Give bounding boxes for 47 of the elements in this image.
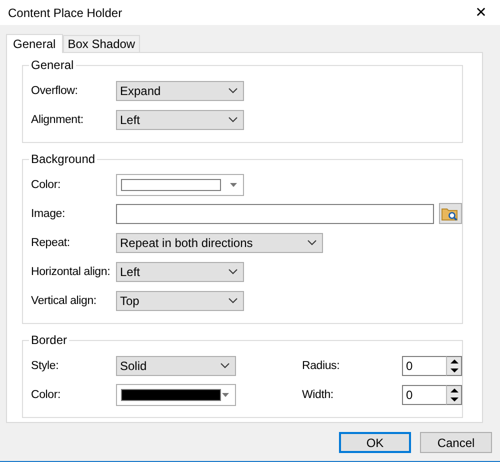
field-label: Horizontal align: xyxy=(31,266,112,278)
down-arrow-icon xyxy=(450,368,458,372)
field-label: Alignment: xyxy=(31,114,84,126)
dropdown[interactable]: Top xyxy=(116,290,244,310)
chevron-icon xyxy=(220,362,230,369)
dropdown[interactable]: Left xyxy=(116,110,244,130)
spin-buttons[interactable] xyxy=(446,384,462,404)
field-label: Overflow: xyxy=(31,84,79,96)
field-label: Vertical align: xyxy=(31,294,98,306)
number-field[interactable]: 0 xyxy=(402,356,446,376)
chevron-icon xyxy=(228,268,238,275)
field-label: Color: xyxy=(31,178,62,190)
tab[interactable]: Box Shadow xyxy=(62,35,140,52)
close-button[interactable]: ✕ xyxy=(466,0,496,25)
up-arrow-icon xyxy=(450,388,458,392)
up-arrow-icon xyxy=(450,358,458,364)
color-picker[interactable] xyxy=(116,174,244,196)
field-label: Width: xyxy=(302,388,334,400)
field-label: Radius: xyxy=(302,360,341,372)
dropdown[interactable]: Repeat in both directions xyxy=(116,232,323,252)
chevron-icon xyxy=(228,116,238,123)
caret-icon xyxy=(222,392,229,396)
input-field[interactable] xyxy=(116,204,434,224)
caret-icon xyxy=(230,182,237,186)
field-label: Image: xyxy=(31,208,66,220)
group-title: Background xyxy=(30,152,96,166)
group-title: General xyxy=(30,58,75,72)
number-field[interactable]: 0 xyxy=(402,384,446,404)
spin-buttons[interactable] xyxy=(446,356,462,376)
dropdown[interactable]: Left xyxy=(116,262,244,282)
dialog-button[interactable]: Cancel xyxy=(420,432,492,453)
field-label: Repeat: xyxy=(31,236,71,248)
chevron-icon xyxy=(228,87,238,94)
chevron-icon xyxy=(228,297,238,304)
chevron-icon xyxy=(307,239,317,246)
dialog-button[interactable]: OK xyxy=(339,432,411,453)
field-label: Color: xyxy=(31,388,62,400)
color-picker[interactable] xyxy=(116,384,236,406)
group-title: Border xyxy=(30,333,68,347)
dropdown[interactable]: Expand xyxy=(116,80,244,100)
tab[interactable]: General xyxy=(6,34,63,53)
browse-button[interactable] xyxy=(438,203,462,224)
dropdown[interactable]: Solid xyxy=(116,356,236,376)
field-label: Style: xyxy=(31,360,60,372)
window-title: Content Place Holder xyxy=(8,6,122,20)
down-arrow-icon xyxy=(450,396,458,402)
folder-search-icon xyxy=(441,206,460,221)
